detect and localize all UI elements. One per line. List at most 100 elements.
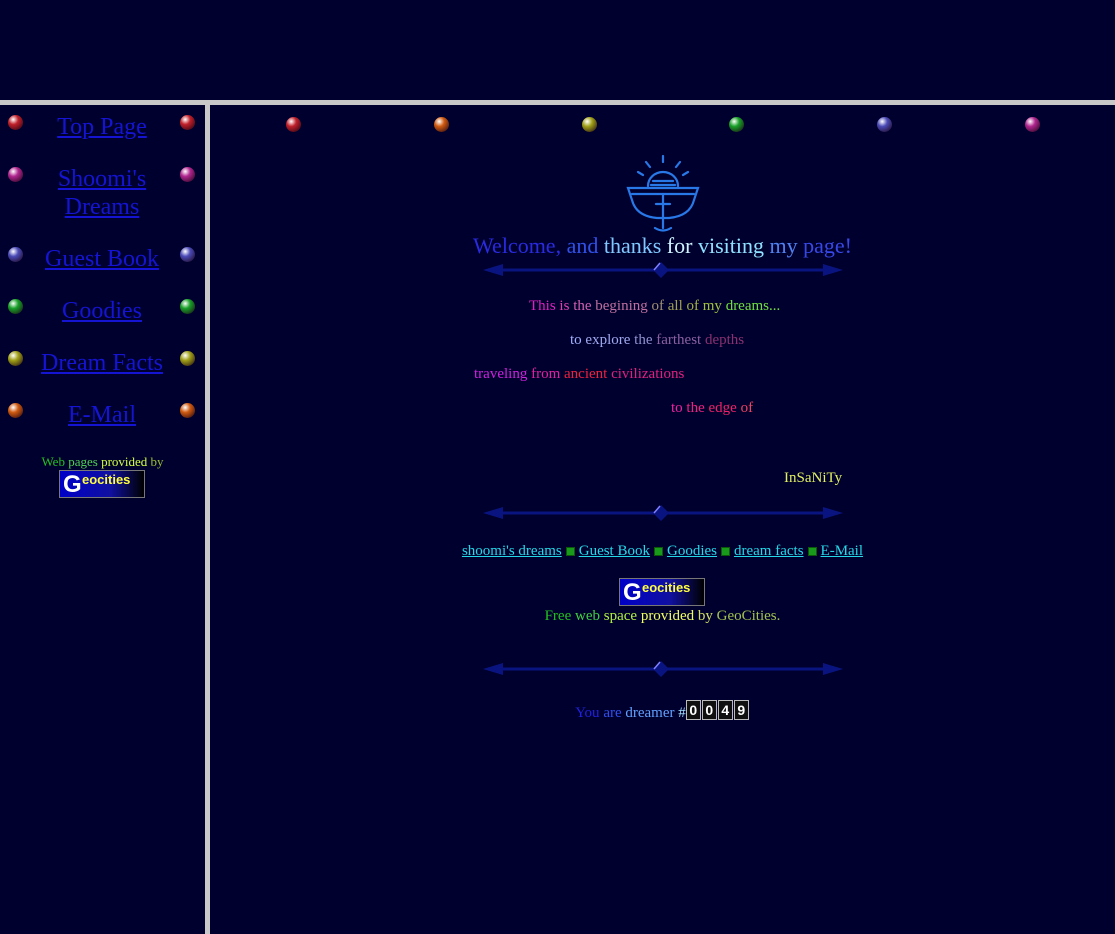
bottom-link-goodies[interactable]: Goodies (667, 543, 717, 559)
dream-line: to the edge of (671, 399, 753, 417)
decorative-ball-icon (1025, 117, 1040, 132)
dream-word: farthest (656, 332, 702, 348)
sidebar-link-shoomi-s-dreams[interactable]: Shoomi's Dreams (22, 165, 182, 221)
counter-word: dreamer (625, 705, 675, 721)
dream-word: dreams... (725, 298, 781, 314)
separator-bullet-icon (807, 546, 817, 556)
dream-line: traveling from ancient civilizations (474, 365, 684, 383)
dream-line: This is the begining of all of my dreams… (529, 297, 780, 315)
freeweb-word: web (575, 608, 600, 624)
bullet-ball-icon (180, 351, 195, 366)
decorative-ball-icon (286, 117, 301, 132)
geocities-logo-g: G (623, 579, 642, 606)
bullet-ball-icon (8, 351, 23, 366)
freeweb-word: by (697, 608, 713, 624)
dream-word: traveling (474, 366, 528, 382)
bottom-link-dream-facts[interactable]: dream facts (734, 543, 804, 559)
welcome-word: and (566, 233, 599, 258)
caption-word: by (150, 454, 164, 469)
counter-digit: 0 (685, 700, 701, 720)
dream-word: the (573, 298, 592, 314)
top-horizontal-rule (0, 100, 1115, 105)
dream-word: my (702, 298, 722, 314)
dream-word: to (671, 400, 683, 416)
sidebar-link-goodies[interactable]: Goodies (22, 297, 182, 325)
decorative-ball-icon (582, 117, 597, 132)
dream-word: all (667, 298, 683, 314)
sidebar-link-dream-facts[interactable]: Dream Facts (22, 349, 182, 377)
dream-word: to (570, 332, 582, 348)
bottom-nav: shoomi's dreams Guest Book Goodies dream fa… (210, 542, 1115, 560)
counter-digit: 0 (701, 700, 717, 720)
dream-word: of (686, 298, 700, 314)
decorative-ball-icon (434, 117, 449, 132)
sidebar-link-e-mail[interactable]: E-Mail (22, 401, 182, 429)
web-pages-provided-caption: Web pages provided by (0, 454, 205, 470)
sidebar-divider (205, 105, 210, 934)
welcome-word: thanks (603, 233, 662, 258)
bullet-ball-icon (180, 247, 195, 262)
bottom-link-shoomi-s-dreams[interactable]: shoomi's dreams (462, 543, 562, 559)
freeweb-word: Free (544, 608, 572, 624)
counter-word: # (678, 705, 686, 721)
bullet-ball-icon (8, 299, 23, 314)
freeweb-word: GeoCities. (716, 608, 781, 624)
sidebar-link-top-page[interactable]: Top Page (22, 113, 182, 141)
caption-word: Web (41, 454, 65, 469)
welcome-word: page! (803, 233, 852, 258)
dream-word: the (686, 400, 705, 416)
separator-bullet-icon (565, 546, 575, 556)
dream-word: ancient (564, 366, 608, 382)
bullet-ball-icon (180, 115, 195, 130)
dream-line: InSaNiTy (784, 469, 842, 487)
geocities-logo-text: eocities (82, 472, 131, 487)
dream-word: of (740, 400, 754, 416)
freeweb-word: provided (640, 608, 695, 624)
bullet-ball-icon (8, 403, 23, 418)
decorative-ball-icon (877, 117, 892, 132)
counter-word: are (603, 705, 622, 721)
caption-word: provided (101, 454, 148, 469)
counter-digit: 9 (733, 700, 749, 720)
dream-word: This (529, 298, 556, 314)
dream-word: explore (585, 332, 631, 348)
separator-bullet-icon (653, 546, 663, 556)
bullet-ball-icon (8, 115, 23, 130)
counter-digit: 4 (717, 700, 733, 720)
bottom-link-e-mail[interactable]: E-Mail (821, 543, 864, 559)
dream-word: of (651, 298, 665, 314)
geocities-sidebar-logo-button[interactable]: Geocities (59, 470, 145, 498)
free-web-space-notice: Free web space provided by GeoCities. (210, 607, 1115, 625)
caption-word: pages (68, 454, 98, 469)
dream-word: depths (704, 332, 745, 348)
welcome-word: for (666, 233, 693, 258)
sidebar-link-guest-book[interactable]: Guest Book (22, 245, 182, 273)
welcome-word: Welcome, (473, 233, 562, 258)
geocities-logo-button[interactable]: G eocities (619, 578, 705, 606)
geocities-logo-g: G (63, 471, 82, 498)
decorative-divider (483, 505, 843, 521)
hit-counter-digits: 0049 (685, 700, 750, 721)
freeweb-word: space (603, 608, 638, 624)
bullet-ball-icon (8, 167, 23, 182)
visitor-counter: You are dreamer #0 0 4 9 (210, 700, 1115, 725)
bullet-ball-icon (180, 403, 195, 418)
dream-word: from (531, 366, 561, 382)
bottom-link-guest-book[interactable]: Guest Book (579, 543, 650, 559)
dream-word: InSaNiTy (784, 470, 843, 486)
dream-word: begining (595, 298, 648, 314)
welcome-heading: Welcome, and thanks for visiting my page… (210, 232, 1115, 260)
dream-line: to explore the farthest depths (570, 331, 744, 349)
decorative-divider (483, 262, 843, 278)
dream-word: edge (708, 400, 737, 416)
bullet-ball-icon (180, 299, 195, 314)
bullet-ball-icon (8, 247, 23, 262)
welcome-word: my (769, 233, 798, 258)
separator-bullet-icon (720, 546, 730, 556)
dream-word: the (634, 332, 653, 348)
welcome-word: visiting (697, 233, 764, 258)
counter-word: You (575, 705, 600, 721)
decorative-ball-icon (729, 117, 744, 132)
dream-word: civilizations (611, 366, 685, 382)
bullet-ball-icon (180, 167, 195, 182)
